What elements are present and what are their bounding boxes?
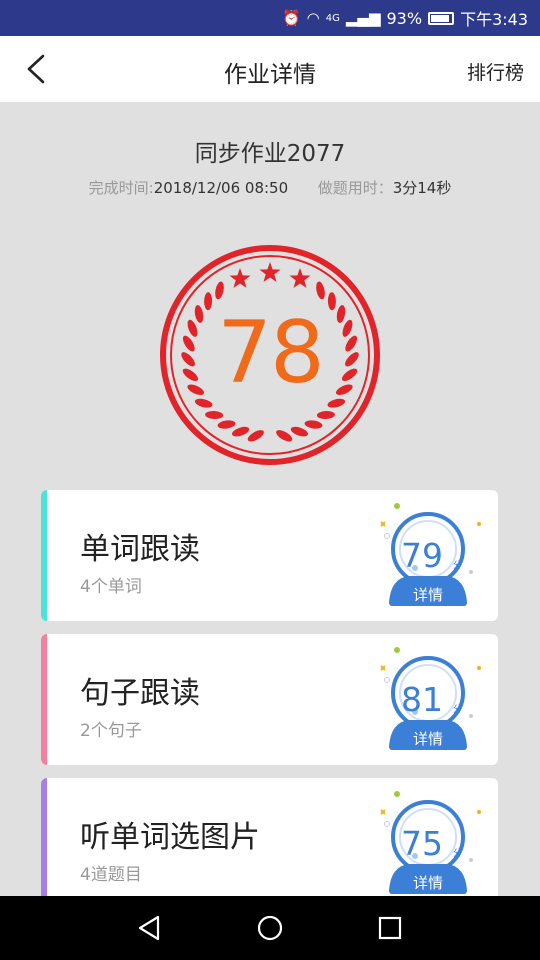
page-title: 作业详情 xyxy=(224,62,316,88)
score-unit: 分 xyxy=(453,705,463,715)
card-subtitle: 4个单词 xyxy=(80,577,142,597)
total-score: 78 xyxy=(217,303,324,403)
wifi-icon: ◠ xyxy=(306,9,320,27)
card-title: 单词跟读 xyxy=(80,532,200,567)
status-bar: ⏰ ◠ 4G ▂▄▆ 93% 下午3:43 xyxy=(0,0,540,36)
alarm-icon: ⏰ xyxy=(281,9,301,27)
signal-icon: ▂▄▆ xyxy=(345,9,381,27)
system-nav-bar xyxy=(0,896,540,960)
detail-button[interactable]: 详情 xyxy=(397,728,459,749)
card-subtitle: 4道题目 xyxy=(80,865,142,885)
exercise-card[interactable]: 句子跟读 2个句子 81 分 详情 xyxy=(41,634,498,765)
nav-recents-icon[interactable] xyxy=(374,912,406,944)
nav-home-icon[interactable] xyxy=(254,912,286,944)
star-icon xyxy=(289,268,311,288)
star-icon xyxy=(259,262,281,282)
battery-percent: 93% xyxy=(386,8,423,28)
score-badge[interactable]: 81 分 详情 xyxy=(371,640,491,760)
duration-value: 3分14秒 xyxy=(392,179,452,197)
score-stamp: 78 xyxy=(158,243,382,467)
score-badge[interactable]: 79 分 详情 xyxy=(371,496,491,616)
battery-icon xyxy=(428,11,455,25)
card-title: 听单词选图片 xyxy=(80,820,260,855)
finish-time-value: 2018/12/06 08:50 xyxy=(153,179,289,197)
score-unit: 分 xyxy=(453,849,463,859)
detail-button[interactable]: 详情 xyxy=(397,872,459,893)
back-button[interactable] xyxy=(18,50,54,88)
score-badge[interactable]: 75 分 详情 xyxy=(371,784,491,904)
app-bar: 作业详情 排行榜 xyxy=(0,36,540,102)
nav-back-icon[interactable] xyxy=(134,912,166,944)
homework-title: 同步作业2077 xyxy=(194,141,346,167)
clock-time: 下午3:43 xyxy=(460,10,528,29)
star-icon xyxy=(229,268,251,288)
network-type: 4G xyxy=(325,12,340,24)
card-accent-bar xyxy=(41,634,47,765)
card-accent-bar xyxy=(41,778,47,909)
card-subtitle: 2个句子 xyxy=(80,721,142,741)
chevron-left-icon xyxy=(27,54,45,84)
exercise-card[interactable]: 单词跟读 4个单词 79 分 详情 xyxy=(41,490,498,621)
leaderboard-button[interactable]: 排行榜 xyxy=(467,58,524,85)
finish-time-label: 完成时间: xyxy=(88,179,154,197)
exercise-card[interactable]: 听单词选图片 4道题目 75 分 详情 xyxy=(41,778,498,909)
card-title: 句子跟读 xyxy=(80,676,200,711)
duration-label: 做题用时： xyxy=(317,179,393,197)
detail-button[interactable]: 详情 xyxy=(397,584,459,605)
card-accent-bar xyxy=(41,490,47,621)
homework-meta: 完成时间:2018/12/06 08:50 做题用时：3分14秒 xyxy=(0,177,540,198)
score-unit: 分 xyxy=(453,561,463,571)
